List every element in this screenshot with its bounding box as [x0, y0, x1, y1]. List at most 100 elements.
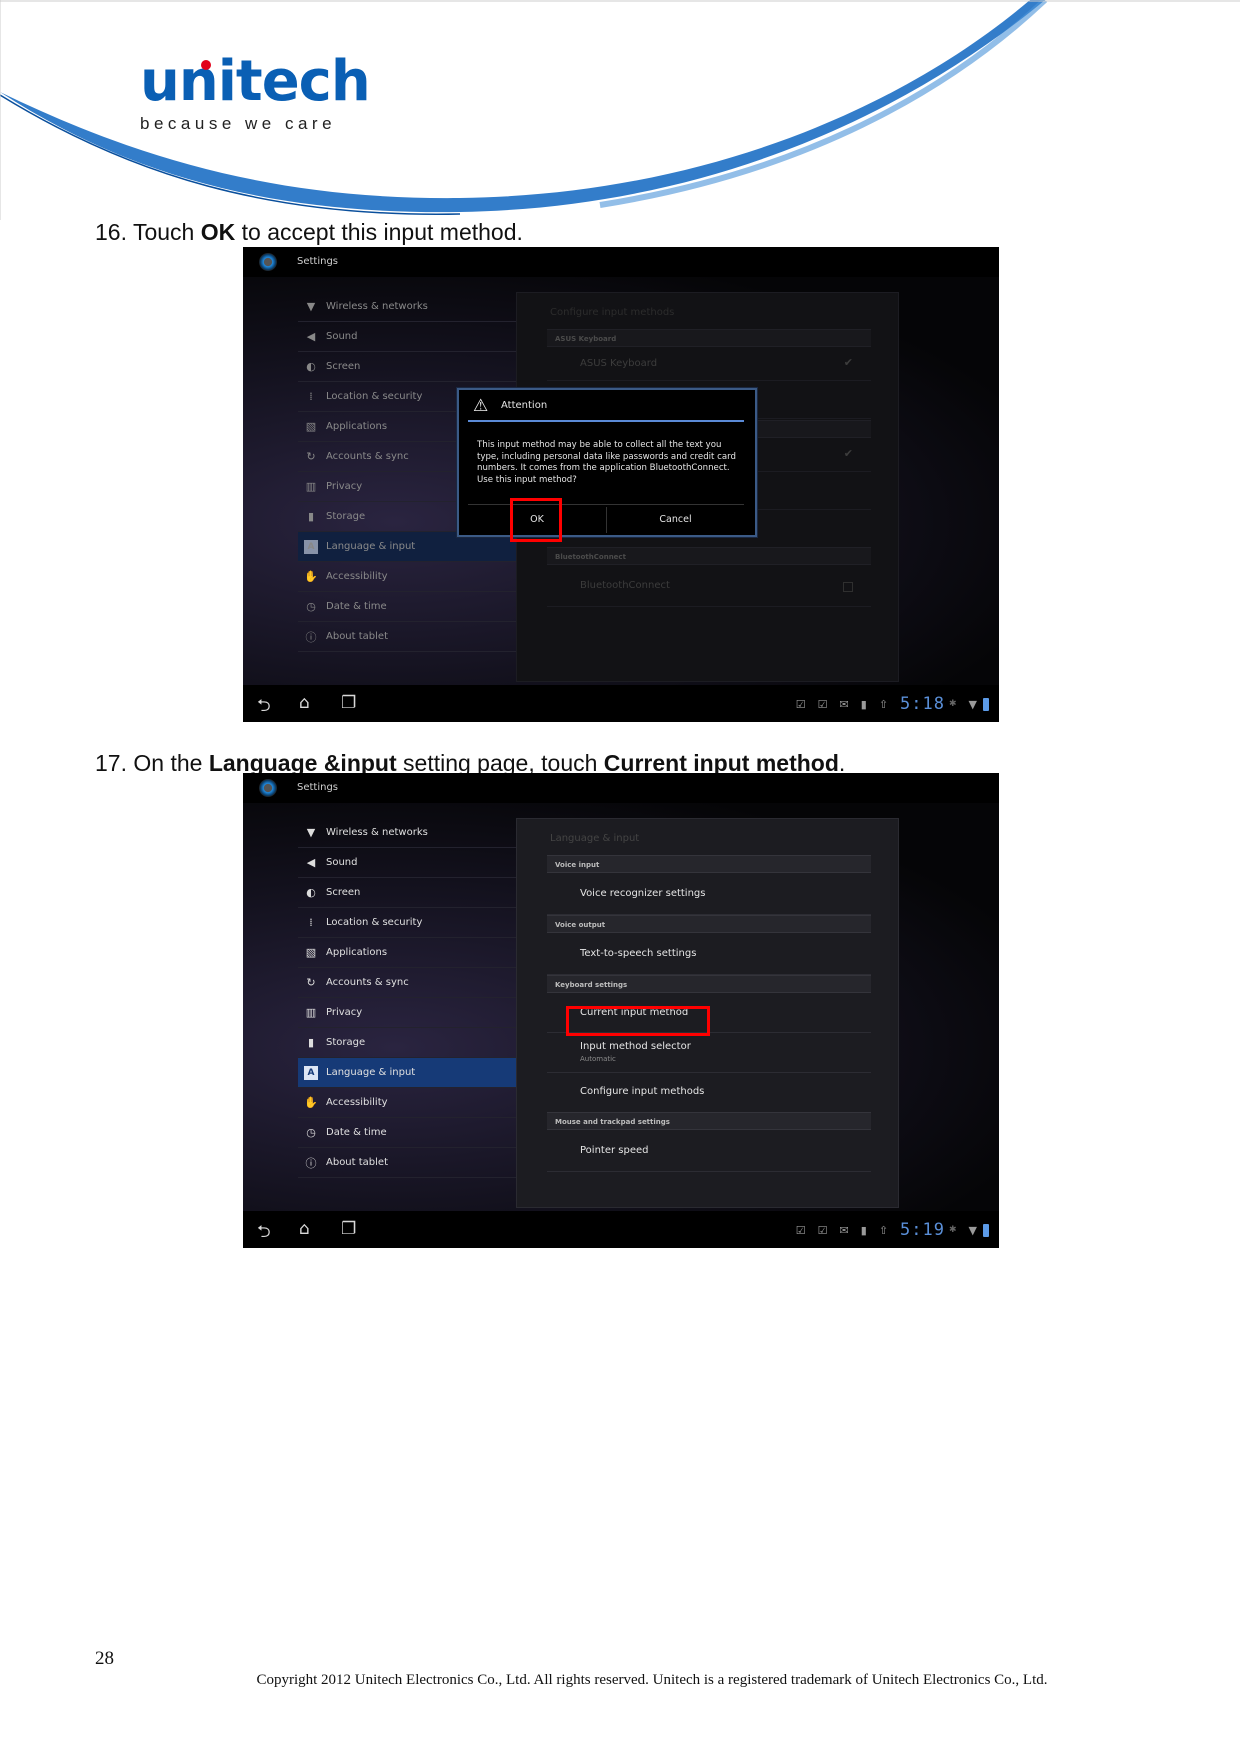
menu-label: Applications: [326, 421, 388, 432]
menu-label: Storage: [326, 511, 366, 522]
menu-label: Accounts & sync: [326, 977, 409, 988]
row-input-method-selector[interactable]: Input method selector Automatic: [547, 1032, 871, 1073]
section-header-voice-input: Voice input: [547, 855, 871, 873]
status-area[interactable]: ☑ ☑ ✉ ▮ ⇧ 5:18 ✱ ▼: [796, 693, 989, 715]
back-icon[interactable]: ⮌: [257, 1219, 271, 1248]
bluetooth-icon: ✱: [948, 699, 957, 709]
battery-icon: [983, 697, 989, 711]
menu-item-about-tablet[interactable]: ⓘ About tablet: [298, 622, 516, 652]
sound-icon: ◀: [306, 856, 316, 869]
location-security-icon: ⁞: [309, 916, 313, 929]
gmail-icon: ✉: [839, 697, 849, 711]
menu-item-location-security[interactable]: ⁞ Location & security: [298, 908, 516, 938]
wifi-signal-icon: ▼: [968, 697, 977, 711]
menu-item-accessibility[interactable]: ✋ Accessibility: [298, 562, 516, 592]
menu-item-wireless[interactable]: ▼ Wireless & networks: [298, 292, 516, 322]
step-text-pre: On the: [133, 750, 209, 776]
upload-icon: ⇧: [878, 697, 889, 711]
info-icon: ⓘ: [305, 630, 317, 644]
action-bar: Settings: [243, 247, 999, 277]
language-icon: A: [304, 1065, 318, 1080]
storage-icon: ▮: [307, 1036, 315, 1049]
recent-apps-icon[interactable]: ❐: [341, 1219, 356, 1239]
screenshot-language-input: Settings ▼ Wireless & networks ◀ Sound ◐ Sc…: [243, 773, 999, 1248]
screenshot-attention-dialog: Settings ▼ Wireless & networks ◀ Sound ◐ Sc…: [243, 247, 999, 722]
sync-icon: ↻: [306, 450, 316, 463]
unitech-logo: unitech because we care: [140, 49, 371, 134]
menu-label: About tablet: [326, 1157, 388, 1168]
menu-item-date-time[interactable]: ◷ Date & time: [298, 1118, 516, 1148]
menu-item-screen[interactable]: ◐ Screen: [298, 878, 516, 908]
menu-item-sound[interactable]: ◀ Sound: [298, 322, 516, 352]
clock-icon: ◷: [306, 600, 316, 613]
highlight-box-ok: [510, 498, 562, 542]
app-title: Settings: [297, 782, 339, 793]
applications-icon: ▧: [305, 946, 317, 959]
settings-app-icon: [259, 253, 277, 271]
section-header-asus-keyboard: ASUS Keyboard: [547, 329, 871, 347]
screen-icon: ◐: [306, 886, 316, 899]
market-icon: ☑: [795, 1223, 806, 1237]
menu-label: Accounts & sync: [326, 451, 409, 462]
clock-icon: ◷: [306, 1126, 316, 1139]
row-voice-recognizer-settings[interactable]: Voice recognizer settings: [547, 874, 871, 915]
section-header-keyboard-settings: Keyboard settings: [547, 975, 871, 993]
privacy-icon: ▥: [305, 480, 317, 493]
menu-item-language-input[interactable]: A Language & input: [298, 1058, 516, 1088]
storage-icon: ▮: [307, 510, 315, 523]
panel-title: Language & input: [550, 833, 640, 844]
menu-label: Screen: [326, 887, 361, 898]
menu-label: Accessibility: [326, 1097, 388, 1108]
logo-wordmark: unitech: [140, 49, 371, 114]
home-icon[interactable]: ⌂: [299, 1219, 310, 1239]
warning-icon: ⚠: [473, 396, 489, 416]
menu-item-storage[interactable]: ▮ Storage: [298, 1028, 516, 1058]
bluetooth-icon: ✱: [948, 1225, 957, 1235]
menu-item-wireless[interactable]: ▼ Wireless & networks: [298, 818, 516, 848]
cancel-button[interactable]: Cancel: [607, 505, 744, 535]
back-icon[interactable]: ⮌: [257, 693, 271, 722]
step-number: 17.: [95, 750, 127, 776]
panel-title: Configure input methods: [550, 307, 675, 318]
settings-menu: ▼ Wireless & networks ◀ Sound ◐ Screen ⁞ Loc…: [298, 818, 516, 1178]
row-asus-keyboard[interactable]: ASUS Keyboard ✔: [547, 348, 871, 381]
system-bar: ⮌ ⌂ ❐ ☑ ☑ ✉ ▮ ⇧ 5:19 ✱ ▼: [243, 1211, 999, 1248]
menu-label: Language & input: [326, 541, 416, 552]
row-title: Pointer speed: [580, 1145, 649, 1156]
menu-label: Date & time: [326, 1127, 387, 1138]
row-subtitle: Automatic: [580, 1055, 616, 1063]
menu-label: Wireless & networks: [326, 301, 428, 312]
menu-item-applications[interactable]: ▧ Applications: [298, 938, 516, 968]
menu-item-accessibility[interactable]: ✋ Accessibility: [298, 1088, 516, 1118]
home-icon[interactable]: ⌂: [299, 693, 310, 713]
screen-icon: ◐: [306, 360, 316, 373]
sound-icon: ◀: [306, 330, 316, 343]
row-title: Input method selector: [580, 1041, 691, 1052]
applications-icon: ▧: [305, 420, 317, 433]
menu-label: About tablet: [326, 631, 388, 642]
checkbox[interactable]: [843, 582, 853, 592]
clock: 5:19: [900, 1220, 945, 1240]
menu-item-accounts-sync[interactable]: ↻ Accounts & sync: [298, 968, 516, 998]
menu-item-date-time[interactable]: ◷ Date & time: [298, 592, 516, 622]
row-configure-input-methods[interactable]: Configure input methods: [547, 1072, 871, 1113]
system-bar: ⮌ ⌂ ❐ ☑ ☑ ✉ ▮ ⇧ 5:18 ✱ ▼: [243, 685, 999, 722]
section-header-voice-output: Voice output: [547, 915, 871, 933]
menu-item-about-tablet[interactable]: ⓘ About tablet: [298, 1148, 516, 1178]
menu-item-screen[interactable]: ◐ Screen: [298, 352, 516, 382]
menu-item-privacy[interactable]: ▥ Privacy: [298, 998, 516, 1028]
page-number: 28: [95, 1648, 114, 1669]
row-text-to-speech-settings[interactable]: Text-to-speech settings: [547, 934, 871, 975]
accessibility-icon: ✋: [304, 570, 318, 583]
checkmark-icon: ✔: [843, 356, 853, 369]
recent-apps-icon[interactable]: ❐: [341, 693, 356, 713]
section-header-mouse-trackpad: Mouse and trackpad settings: [547, 1112, 871, 1130]
location-security-icon: ⁞: [309, 390, 313, 403]
row-pointer-speed[interactable]: Pointer speed: [547, 1131, 871, 1172]
row-bluetoothconnect[interactable]: BluetoothConnect: [547, 566, 871, 607]
dialog-title: Attention: [501, 400, 548, 411]
app-title: Settings: [297, 256, 339, 267]
row-title: Text-to-speech settings: [580, 948, 697, 959]
menu-item-sound[interactable]: ◀ Sound: [298, 848, 516, 878]
status-area[interactable]: ☑ ☑ ✉ ▮ ⇧ 5:19 ✱ ▼: [796, 1219, 989, 1241]
